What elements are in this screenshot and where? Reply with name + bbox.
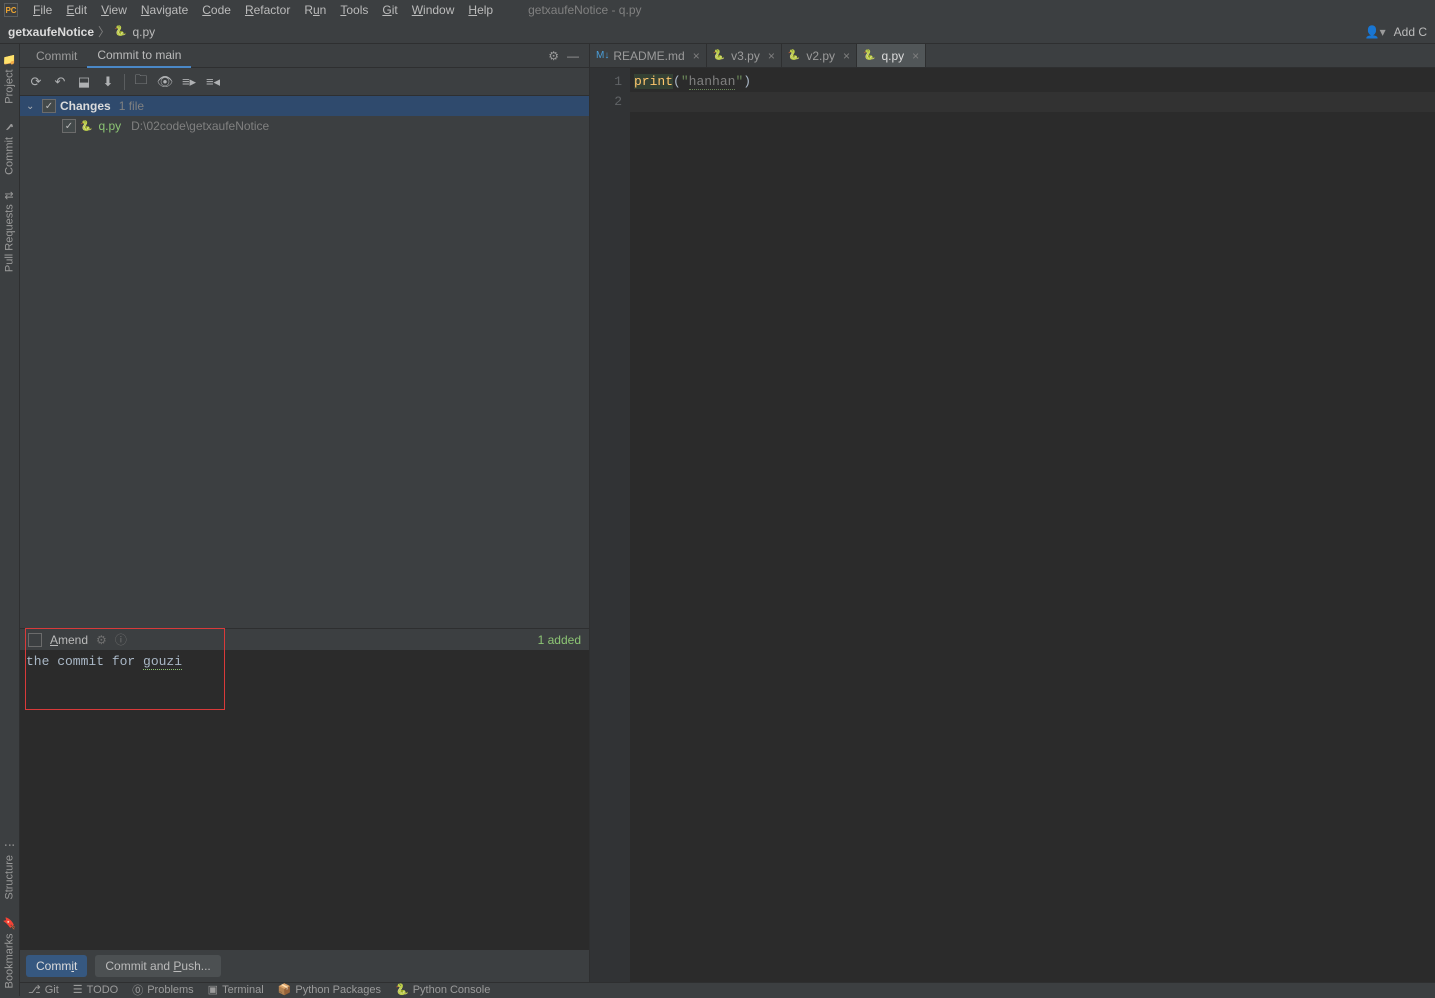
diff-button[interactable]: ⬓: [74, 72, 94, 92]
changes-tree: ⌄ ✓ Changes 1 file ✓ 🐍 q.py D:\02code\ge…: [20, 96, 589, 136]
view-options-button[interactable]: 👁: [155, 72, 175, 92]
gear-icon[interactable]: ⚙: [548, 49, 559, 63]
chevron-right-icon: 〉: [98, 23, 110, 40]
menu-refactor[interactable]: Refactor: [238, 1, 297, 19]
gear-icon[interactable]: ⚙: [96, 633, 107, 647]
editor-tab-readme[interactable]: M↓ README.md ×: [590, 44, 707, 67]
commit-buttons-row: Commit Commit and Push...: [20, 950, 589, 982]
changes-checkbox[interactable]: ✓: [42, 99, 56, 113]
expand-button[interactable]: ≡◂: [203, 72, 223, 92]
code-line-1: print("hanhan"): [634, 72, 1435, 92]
amend-bar: Amend ⚙ ⓘ 1 added: [20, 628, 589, 650]
chevron-down-icon[interactable]: ⌄: [26, 101, 38, 112]
amend-label: Amend: [50, 633, 88, 647]
amend-checkbox[interactable]: [28, 633, 42, 647]
tab-commit-to-main[interactable]: Commit to main: [87, 44, 191, 68]
editor-tab-v3[interactable]: 🐍 v3.py ×: [707, 44, 782, 67]
menu-navigate[interactable]: Navigate: [134, 1, 195, 19]
commit-toolbar: ⟳ ↶ ⬓ ⬇ 🗀 👁 ≡▸ ≡◂: [20, 68, 589, 96]
file-count: 1 file: [119, 99, 144, 113]
status-python-console[interactable]: 🐍Python Console: [395, 983, 490, 996]
close-icon[interactable]: ×: [768, 49, 775, 63]
python-file-icon: 🐍: [713, 50, 725, 61]
file-name: q.py: [98, 119, 121, 133]
editor-tab-q[interactable]: 🐍 q.py ×: [857, 44, 926, 67]
rail-pull-requests[interactable]: Pull Requests⇅: [1, 183, 18, 280]
menu-code[interactable]: Code: [195, 1, 238, 19]
rail-project[interactable]: Project📁: [1, 44, 18, 112]
commit-message-text: the commit for gouzi: [26, 654, 182, 670]
add-config-button[interactable]: Add C: [1394, 25, 1427, 39]
editor-panel: M↓ README.md × 🐍 v3.py × 🐍 v2.py × 🐍 q.p…: [590, 44, 1435, 982]
commit-button[interactable]: Commit: [26, 955, 87, 977]
commit-message-input[interactable]: the commit for gouzi: [20, 650, 589, 950]
tab-commit[interactable]: Commit: [26, 45, 87, 67]
python-file-icon: 🐍: [114, 26, 126, 37]
refresh-button[interactable]: ⟳: [26, 72, 46, 92]
status-git[interactable]: ⎇Git: [28, 983, 59, 996]
code-area[interactable]: print("hanhan"): [630, 68, 1435, 982]
gutter: 1 2: [590, 68, 630, 982]
menu-tools[interactable]: Tools: [333, 1, 375, 19]
rail-bookmarks[interactable]: Bookmarks🔖: [1, 908, 18, 996]
window-title: getxaufeNotice - q.py: [528, 3, 641, 17]
menu-run[interactable]: Run: [297, 1, 333, 19]
app-icon: PC: [4, 3, 18, 17]
rollback-button[interactable]: ↶: [50, 72, 70, 92]
menu-window[interactable]: Window: [405, 1, 462, 19]
account-icon[interactable]: 👤▾: [1365, 25, 1386, 39]
breadcrumb-bar: getxaufeNotice 〉 🐍 q.py 👤▾ Add C: [0, 20, 1435, 44]
rail-structure[interactable]: Structure⋮: [1, 832, 18, 908]
status-bar: ⎇Git ☰TODO ⓪Problems ▣Terminal 📦Python P…: [20, 982, 1435, 996]
left-tool-rail: Project📁 Commit✔ Pull Requests⇅ Structur…: [0, 44, 20, 996]
status-terminal[interactable]: ▣Terminal: [208, 983, 264, 996]
shelve-button[interactable]: ⬇: [98, 72, 118, 92]
editor-tabs: M↓ README.md × 🐍 v3.py × 🐍 v2.py × 🐍 q.p…: [590, 44, 1435, 68]
changelist-button[interactable]: ≡▸: [179, 72, 199, 92]
status-problems[interactable]: ⓪Problems: [132, 982, 193, 998]
commit-panel-tabs: Commit Commit to main ⚙ —: [20, 44, 589, 68]
changed-file-row[interactable]: ✓ 🐍 q.py D:\02code\getxaufeNotice: [20, 116, 589, 136]
breadcrumb-project[interactable]: getxaufeNotice: [8, 25, 94, 39]
menu-help[interactable]: Help: [461, 1, 500, 19]
close-icon[interactable]: ×: [912, 49, 919, 63]
python-file-icon: 🐍: [863, 50, 875, 61]
info-icon[interactable]: ⓘ: [115, 631, 127, 648]
added-status: 1 added: [538, 633, 581, 647]
breadcrumb-file[interactable]: q.py: [133, 25, 156, 39]
file-checkbox[interactable]: ✓: [62, 119, 76, 133]
menu-bar: PC File Edit View Navigate Code Refactor…: [0, 0, 1435, 20]
menu-git[interactable]: Git: [375, 1, 404, 19]
minimize-icon[interactable]: —: [567, 49, 579, 63]
menu-file[interactable]: File: [26, 1, 59, 19]
markdown-file-icon: M↓: [596, 50, 609, 61]
rail-commit[interactable]: Commit✔: [1, 112, 18, 183]
editor-body[interactable]: 1 2 print("hanhan"): [590, 68, 1435, 982]
editor-tab-v2[interactable]: 🐍 v2.py ×: [782, 44, 857, 67]
python-file-icon: 🐍: [788, 50, 800, 61]
changes-node[interactable]: ⌄ ✓ Changes 1 file: [20, 96, 589, 116]
commit-panel: Commit Commit to main ⚙ — ⟳ ↶ ⬓ ⬇ 🗀 👁 ≡▸…: [20, 44, 590, 982]
group-by-button[interactable]: 🗀: [131, 72, 151, 92]
status-python-packages[interactable]: 📦Python Packages: [278, 983, 381, 996]
python-file-icon: 🐍: [80, 121, 92, 132]
menu-edit[interactable]: Edit: [59, 1, 94, 19]
close-icon[interactable]: ×: [693, 49, 700, 63]
status-todo[interactable]: ☰TODO: [73, 983, 118, 996]
changes-label: Changes: [60, 99, 111, 113]
file-path: D:\02code\getxaufeNotice: [131, 119, 269, 133]
close-icon[interactable]: ×: [843, 49, 850, 63]
commit-and-push-button[interactable]: Commit and Push...: [95, 955, 220, 977]
menu-view[interactable]: View: [94, 1, 134, 19]
